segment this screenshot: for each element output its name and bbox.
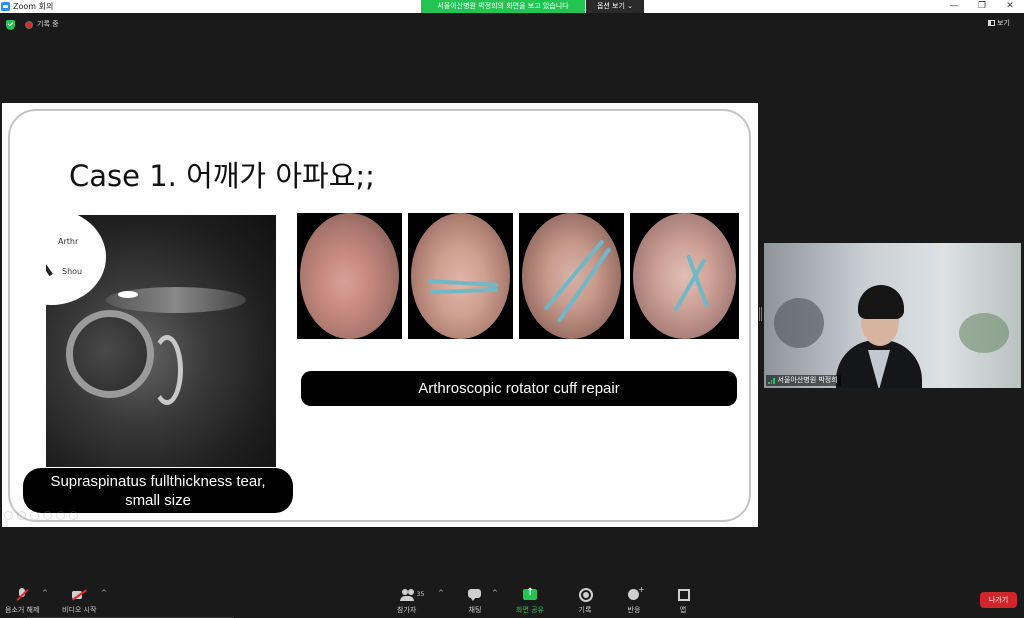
- participants-icon: 35: [399, 588, 424, 602]
- apps-button[interactable]: 앱: [675, 584, 691, 615]
- unmute-label: 음소거 해제: [5, 606, 40, 614]
- meeting-toolbar: 음소거 해제 ^ 비디오 시작 ^ 35 참가자 ^ 채팅 ^ 화면 공유 기록: [0, 584, 1024, 618]
- shared-screen-slide: Case 1. 어깨가 아파요;; Arthr Shou Arthroscopi…: [2, 103, 758, 527]
- mri-image: Arthr Shou: [46, 215, 276, 467]
- muted-microphone-icon: [14, 588, 30, 602]
- participant-name: 서울아산병원 박정희: [777, 376, 838, 384]
- mri-inset-diagram: [46, 215, 106, 305]
- share-screen-icon: [522, 587, 538, 602]
- mri-label-shou: Shou: [62, 267, 83, 276]
- audio-options-caret[interactable]: ^: [42, 589, 48, 597]
- participant-name-tag: 서울아산병원 박정희: [766, 375, 841, 386]
- share-screen-button[interactable]: 화면 공유: [516, 584, 544, 615]
- apps-icon: [675, 588, 691, 602]
- record-label: 기록: [578, 606, 592, 614]
- apps-label: 앱: [679, 606, 687, 614]
- participant-video-tile[interactable]: 서울아산병원 박정희: [764, 243, 1021, 388]
- chat-icon: [467, 588, 483, 602]
- gallery-view-icon: [988, 20, 995, 26]
- zoom-logo-icon: [1, 2, 10, 11]
- participants-label: 참가자: [397, 606, 417, 614]
- reactions-label: 반응: [627, 606, 641, 614]
- recording-icon: [25, 21, 33, 29]
- view-options-button[interactable]: 옵션 보기 ⌄: [586, 0, 644, 13]
- start-video-button[interactable]: 비디오 시작: [62, 584, 96, 615]
- window-title: Zoom 회의: [13, 2, 54, 11]
- participants-options-caret[interactable]: ^: [438, 589, 444, 597]
- tear-caption: Supraspinatus fullthickness tear, small …: [23, 468, 293, 513]
- chat-options-caret[interactable]: ^: [492, 589, 498, 597]
- record-icon: [577, 588, 593, 602]
- minimize-button[interactable]: —: [940, 0, 968, 13]
- arthroscopy-image-2: [408, 213, 513, 339]
- unmute-button[interactable]: 음소거 해제: [5, 584, 39, 615]
- zoom-meeting-window: Zoom 회의 서울아산병원 박정희의 화면을 보고 있습니다 옵션 보기 ⌄ …: [0, 0, 1024, 618]
- mri-label-arthr: Arthr: [58, 237, 79, 246]
- tear-caption-line-2: small size: [125, 491, 191, 509]
- video-off-icon: [71, 588, 87, 602]
- tear-caption-line-1: Supraspinatus fullthickness tear,: [50, 472, 266, 490]
- signal-strength-icon: [768, 377, 775, 384]
- reaction-icon: [626, 585, 645, 602]
- chat-button[interactable]: 채팅: [467, 584, 483, 615]
- repair-caption: Arthroscopic rotator cuff repair: [301, 371, 737, 406]
- close-button[interactable]: ✕: [996, 0, 1024, 13]
- encryption-shield-icon[interactable]: [6, 20, 15, 30]
- arthroscopy-image-4: [630, 213, 739, 339]
- view-label: 보기: [997, 19, 1010, 27]
- reactions-button[interactable]: 반응: [626, 584, 645, 615]
- record-button[interactable]: 기록: [577, 584, 593, 615]
- video-options-caret[interactable]: ^: [101, 589, 107, 597]
- participants-button[interactable]: 35 참가자: [397, 584, 424, 615]
- arthroscopy-image-3: [519, 213, 624, 339]
- panel-splitter-handle[interactable]: [759, 307, 762, 321]
- arthroscopy-image-1: [297, 213, 402, 339]
- screen-share-banner: 서울아산병원 박정희의 화면을 보고 있습니다: [421, 0, 585, 13]
- view-button[interactable]: 보기: [988, 17, 1018, 29]
- maximize-button[interactable]: ❐: [968, 0, 996, 13]
- participants-count: 35: [416, 591, 425, 598]
- share-screen-label: 화면 공유: [516, 606, 544, 614]
- leave-meeting-button[interactable]: 나가기: [980, 592, 1017, 608]
- chat-label: 채팅: [468, 606, 482, 614]
- slide-title: Case 1. 어깨가 아파요;;: [69, 159, 375, 193]
- recording-label: 기록 중: [37, 20, 59, 28]
- start-video-label: 비디오 시작: [62, 606, 97, 614]
- slide-footer-logos: [4, 511, 124, 523]
